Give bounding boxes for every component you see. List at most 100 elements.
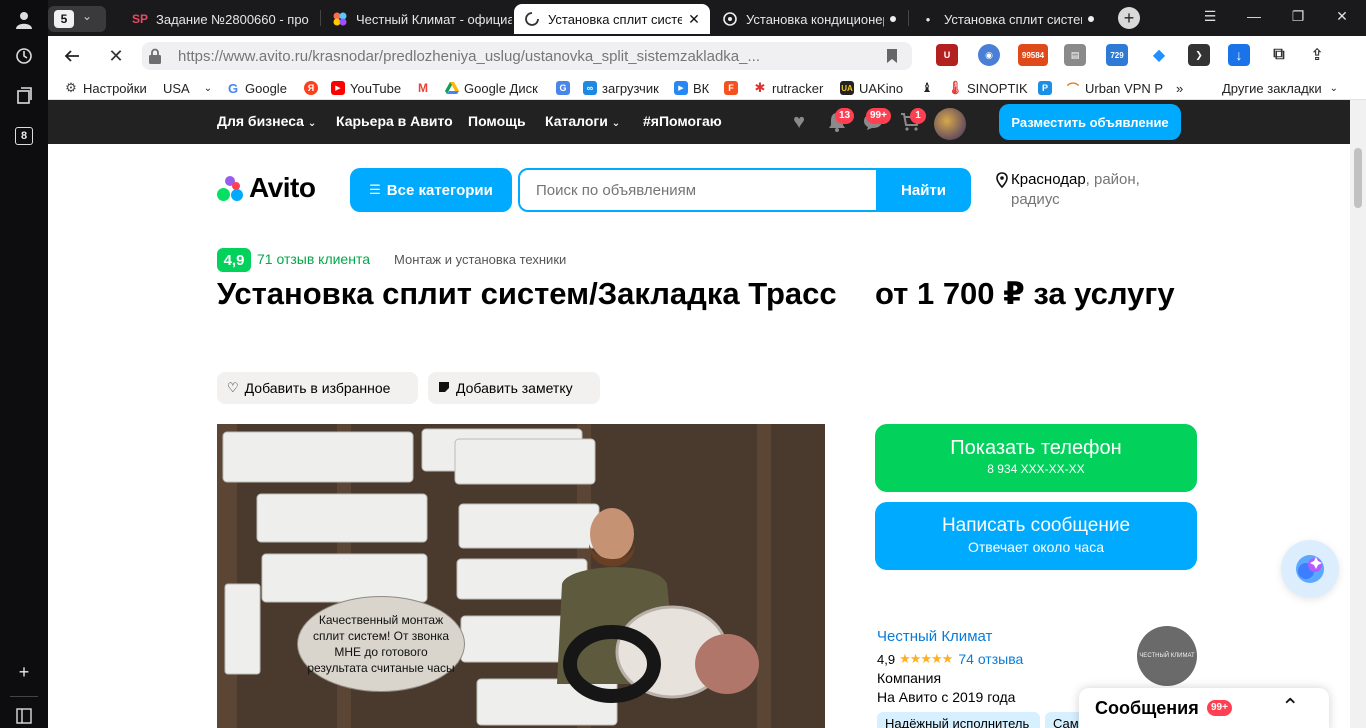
p-icon: P (1038, 81, 1052, 95)
translate-icon: G (556, 81, 570, 95)
bookmark-f[interactable]: F (724, 79, 743, 97)
page-scrollbar[interactable] (1350, 100, 1366, 728)
location-selector[interactable]: Краснодар, район, радиус (996, 170, 1196, 210)
calendar-extension-icon[interactable]: 729 (1106, 44, 1128, 66)
diamond-extension-icon[interactable]: ◆ (1148, 44, 1170, 66)
minimize-icon[interactable]: — (1244, 8, 1264, 28)
chevron-up-icon[interactable]: ⌃ (1281, 694, 1299, 720)
avito-page: Для бизнеса ⌄ Карьера в Авито Помощь Кат… (48, 100, 1350, 728)
vpn-extension-icon[interactable]: ◉ (978, 44, 1000, 66)
tab-title: Честный Климат - официал (356, 11, 512, 27)
write-message-label: Написать сообщение (941, 515, 1131, 536)
bookmark-label: Google Диск (464, 80, 538, 96)
write-message-button[interactable]: Написать сообщение Отвечает около часа (875, 502, 1197, 570)
messages-panel-badge: 99+ (1207, 700, 1232, 716)
bookmark-sinoptik[interactable]: 🌡 SINOPTIK (946, 79, 1028, 97)
reviews-link[interactable]: 71 отзыв клиента (257, 251, 370, 267)
seller-reviews-link[interactable]: 74 отзыва (958, 651, 1023, 667)
seller-name-link[interactable]: Честный Климат (877, 628, 992, 645)
note-icon (438, 381, 450, 396)
menu-icon[interactable]: ☰ (1200, 8, 1220, 28)
messages-panel[interactable]: Сообщения 99+ ⌃ (1079, 688, 1329, 728)
counter-extension-icon[interactable]: 99584 (1018, 44, 1048, 66)
category-breadcrumb[interactable]: Монтаж и установка техники (394, 252, 566, 267)
ublock-icon[interactable]: U (936, 44, 958, 66)
listing-photo[interactable]: Качественный монтаж сплит систем! От зво… (217, 424, 825, 728)
add-note-label: Добавить заметку (456, 380, 573, 396)
dark-extension-icon[interactable]: ❯ (1188, 44, 1210, 66)
nav-catalogs[interactable]: Каталоги ⌄ (545, 113, 620, 129)
download-icon[interactable]: ↓ (1228, 44, 1250, 66)
bookmark-page-icon[interactable] (886, 48, 898, 69)
sidebar-divider (10, 696, 38, 697)
bookmark-uakino[interactable]: UA UAKino (840, 79, 903, 97)
tab-ustanovka-2[interactable]: ● Установка сплит систем (910, 4, 1106, 34)
bookmark-p[interactable]: P (1038, 79, 1057, 97)
bookmark-label: rutracker (772, 80, 824, 96)
close-tab-icon[interactable]: ✕ (686, 11, 702, 28)
collections-icon[interactable] (12, 84, 36, 108)
tab-ustanovka-active[interactable]: Установка сплит систем ✕ (514, 4, 710, 34)
bookmark-vk[interactable]: ▶ ВК (674, 79, 709, 97)
lock-icon[interactable] (148, 48, 162, 64)
bookmark-youtube[interactable]: ▶ YouTube (331, 79, 401, 97)
stop-loading-icon[interactable]: ✕ (104, 44, 128, 68)
tab-strip: 5 ⌄ SP Задание №2800660 - про Честный Кл… (48, 0, 1366, 36)
nav-career[interactable]: Карьера в Авито (336, 113, 453, 129)
thermometer-icon: 🌡 (946, 80, 964, 95)
back-icon[interactable] (60, 44, 84, 68)
tab-zadanie[interactable]: SP Задание №2800660 - про (122, 4, 322, 34)
nav-business[interactable]: Для бизнеса ⌄ (217, 113, 316, 129)
bookmark-urban-vpn[interactable]: ⌒ Urban VPN P (1066, 79, 1174, 97)
counter-8-icon[interactable]: 8 (12, 124, 36, 148)
scrollbar-thumb[interactable] (1354, 148, 1362, 208)
bookmark-zagruzchik[interactable]: ∞ загрузчик (583, 79, 659, 97)
show-phone-button[interactable]: Показать телефон 8 934 XXX-XX-XX (875, 424, 1197, 492)
add-favorite-button[interactable]: ♡ Добавить в избранное (217, 372, 418, 404)
url-field[interactable]: https://www.avito.ru/krasnodar/predlozhe… (142, 42, 912, 70)
favorites-heart-icon[interactable]: ♥ (787, 111, 811, 133)
copy-extension-icon[interactable]: ⧉ (1268, 44, 1290, 66)
restore-icon[interactable]: ❐ (1288, 8, 1308, 28)
bookmark-yandex[interactable]: Я (304, 79, 323, 97)
add-note-button[interactable]: Добавить заметку (428, 372, 600, 404)
find-button[interactable]: Найти (876, 168, 971, 212)
bookmark-usa[interactable]: USA ⌄ (163, 79, 212, 97)
tab-ustanovka-kond[interactable]: Установка кондиционеров (712, 4, 908, 34)
add-panel-icon[interactable]: + (12, 660, 36, 684)
other-bookmarks-label: Другие закладки (1222, 80, 1322, 96)
search-input[interactable] (520, 170, 876, 210)
new-tab-button[interactable]: + (1118, 7, 1140, 29)
url-text: https://www.avito.ru/krasnodar/predlozhe… (178, 48, 760, 65)
bookmark-chess[interactable]: ♝ (920, 79, 939, 97)
all-categories-button[interactable]: ☰ Все категории (350, 168, 512, 212)
bookmark-google-drive[interactable]: Google Диск (445, 79, 538, 97)
bookmarks-overflow[interactable]: » (1176, 79, 1183, 97)
share-icon[interactable]: ⇪ (1306, 44, 1328, 66)
nav-help-tag[interactable]: #яПомогаю (643, 113, 722, 129)
briefcase-extension-icon[interactable]: ▤ (1064, 44, 1086, 66)
other-bookmarks[interactable]: Другие закладки ⌄ (1222, 79, 1338, 97)
nav-help[interactable]: Помощь (468, 113, 526, 129)
profile-icon[interactable] (12, 8, 36, 32)
reply-time: Отвечает около часа (967, 539, 1105, 555)
panel-toggle-icon[interactable] (12, 704, 36, 728)
bookmark-label: YouTube (350, 80, 402, 96)
close-window-icon[interactable]: ✕ (1332, 8, 1352, 28)
bookmark-translate[interactable]: G (556, 79, 575, 97)
bookmark-settings[interactable]: ⚙ Настройки (64, 79, 147, 97)
tab-count-button[interactable]: 5 ⌄ (48, 6, 106, 32)
seller-type: Компания (877, 670, 942, 686)
assistant-icon[interactable] (1281, 540, 1339, 598)
gear-icon: ⚙ (65, 80, 77, 95)
post-ad-button[interactable]: Разместить объявление (999, 104, 1181, 140)
bookmark-google[interactable]: G Google (226, 79, 287, 97)
tab-chestny-klimat[interactable]: Честный Климат - официал (322, 4, 512, 34)
bookmark-rutracker[interactable]: ✱ rutracker (753, 79, 824, 97)
reliable-badge: Надёжный исполнитель (877, 712, 1040, 728)
avito-logo[interactable]: Avito (217, 172, 316, 204)
seller-avatar[interactable]: ЧЕСТНЫЙ КЛИМАТ (1137, 626, 1197, 686)
history-icon[interactable] (12, 44, 36, 68)
bookmark-gmail[interactable]: M (416, 79, 435, 97)
user-avatar[interactable] (934, 108, 966, 140)
